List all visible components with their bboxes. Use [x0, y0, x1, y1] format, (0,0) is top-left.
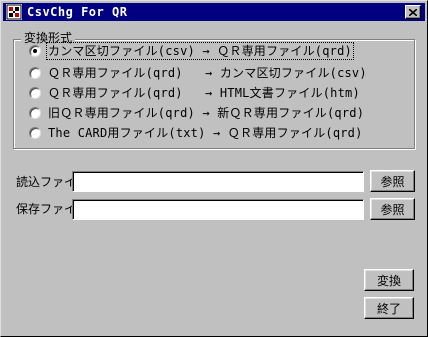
- convert-button[interactable]: 変換: [364, 269, 414, 291]
- exit-button[interactable]: 終了: [364, 297, 414, 319]
- radio-option-card-txt-to-qrd[interactable]: The CARD用ファイル(txt) → ＱＲ専用ファイル(qrd): [29, 124, 364, 142]
- radio-button[interactable]: [29, 67, 41, 79]
- radio-button[interactable]: [29, 107, 41, 119]
- exit-label: 終了: [376, 301, 401, 316]
- input-file-field[interactable]: [72, 171, 364, 192]
- radio-label: ＱＲ専用ファイル(qrd) → カンマ区切ファイル(csv): [48, 66, 367, 80]
- radio-label: 旧ＱＲ専用ファイル(qrd) → 新ＱＲ専用ファイル(qrd): [48, 106, 365, 120]
- convert-label: 変換: [376, 273, 401, 288]
- radio-option-csv-to-qrd[interactable]: カンマ区切ファイル(csv) → ＱＲ専用ファイル(qrd): [29, 42, 354, 60]
- radio-label: The CARD用ファイル(txt) → ＱＲ専用ファイル(qrd): [48, 126, 363, 140]
- title-bar[interactable]: CsvChg For QR: [3, 3, 425, 21]
- close-icon: [409, 8, 417, 16]
- browse-output-button[interactable]: 参照: [370, 198, 415, 220]
- browse-input-label: 参照: [380, 174, 405, 189]
- radio-button[interactable]: [29, 87, 41, 99]
- radio-button[interactable]: [29, 127, 41, 139]
- radio-button[interactable]: [29, 45, 41, 57]
- close-button[interactable]: [405, 5, 421, 19]
- app-window: CsvChg For QR 変換形式 カンマ区切ファイル(csv) → ＱＲ専用…: [0, 0, 428, 337]
- app-icon: [6, 4, 22, 20]
- radio-option-old-qrd-to-new-qrd[interactable]: 旧ＱＲ専用ファイル(qrd) → 新ＱＲ専用ファイル(qrd): [29, 104, 365, 122]
- browse-input-button[interactable]: 参照: [370, 170, 415, 192]
- browse-output-label: 参照: [380, 202, 405, 217]
- radio-option-qrd-to-htm[interactable]: ＱＲ専用ファイル(qrd) → HTML文書ファイル(htm): [29, 84, 361, 102]
- output-file-field[interactable]: [72, 199, 364, 220]
- radio-label: カンマ区切ファイル(csv) → ＱＲ専用ファイル(qrd): [46, 42, 354, 60]
- window-title: CsvChg For QR: [27, 5, 128, 19]
- radio-label: ＱＲ専用ファイル(qrd) → HTML文書ファイル(htm): [48, 86, 360, 100]
- radio-option-qrd-to-csv[interactable]: ＱＲ専用ファイル(qrd) → カンマ区切ファイル(csv): [29, 64, 368, 82]
